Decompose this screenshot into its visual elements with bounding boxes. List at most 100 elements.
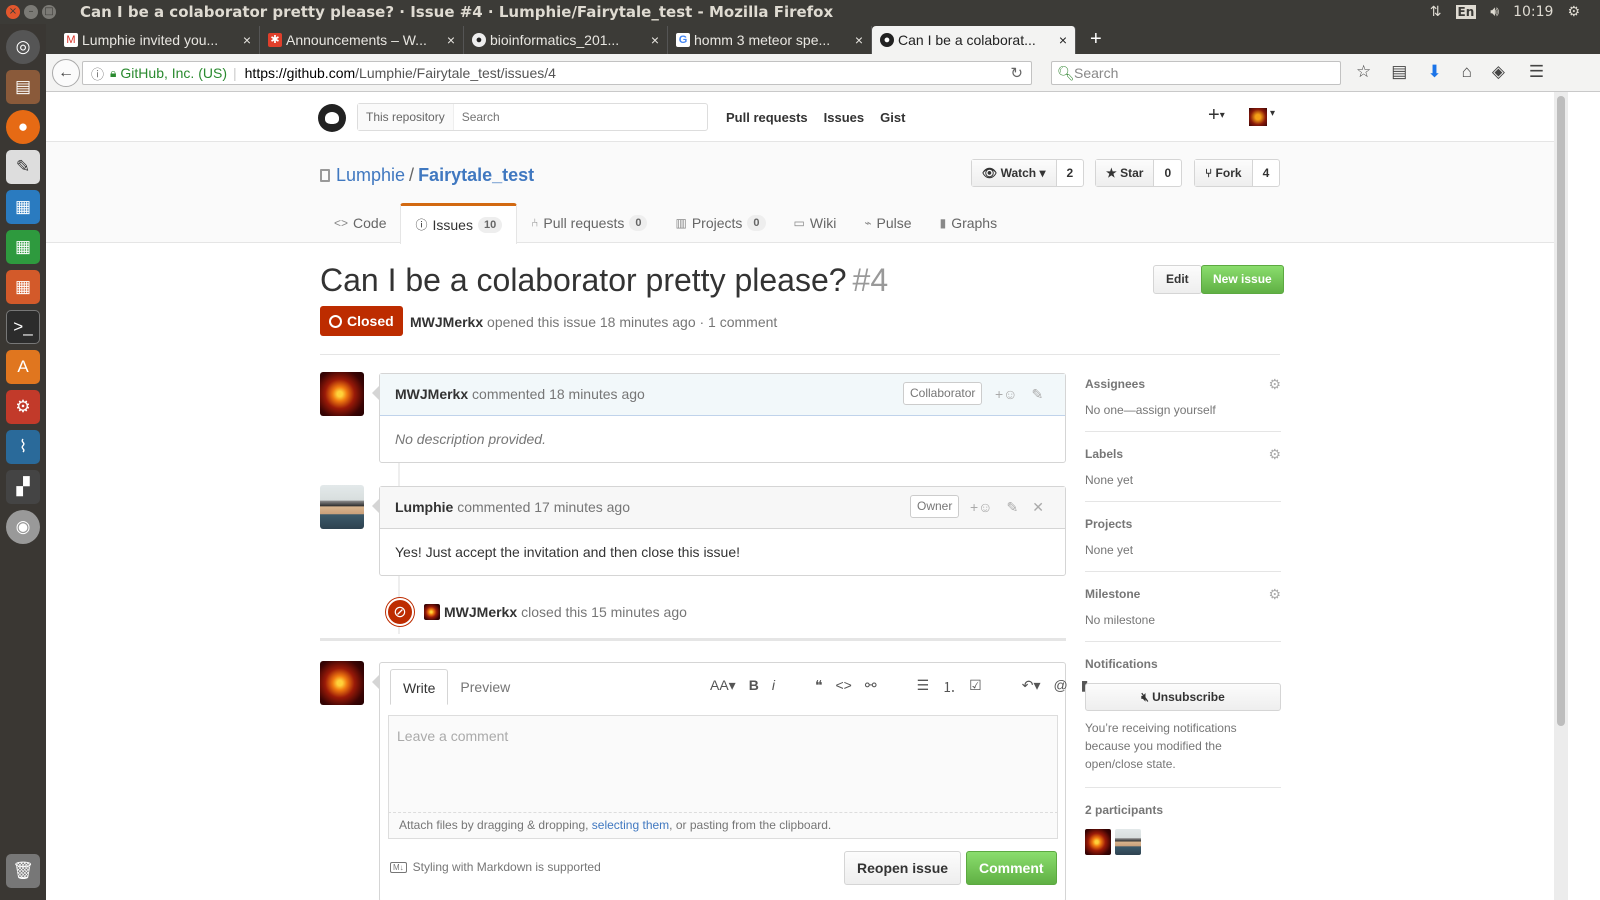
gear-icon[interactable]: ⚙ [1268, 586, 1281, 603]
star-count[interactable]: 0 [1154, 160, 1181, 186]
add-reaction-icon[interactable]: +☺ [970, 487, 992, 528]
software-center-icon[interactable]: A [6, 350, 40, 384]
tab-preview[interactable]: Preview [448, 669, 522, 705]
pencil-icon[interactable]: ✎ [1006, 487, 1018, 528]
window-minimize-button[interactable]: – [24, 5, 38, 19]
url-bar[interactable]: ⓘ 🔒︎ GitHub, Inc. (US) | https://github.… [82, 61, 1032, 85]
bulleted-list-icon[interactable]: ☰ [917, 677, 930, 697]
writer-icon[interactable]: ▦ [6, 190, 40, 224]
pocket-icon[interactable]: ◈ [1492, 62, 1505, 82]
issue-author-link[interactable]: MWJMerkx [410, 314, 483, 330]
user-avatar[interactable] [1249, 108, 1267, 126]
window-maximize-button[interactable]: □ [42, 5, 56, 19]
repo-owner-link[interactable]: Lumphie [336, 165, 405, 185]
power-gear-icon[interactable]: ⚙ [1567, 4, 1580, 20]
create-new-dropdown[interactable]: +▾ [1208, 104, 1225, 127]
bold-icon[interactable]: B [749, 677, 759, 697]
nav-gist[interactable]: Gist [880, 110, 905, 125]
browser-tab[interactable]: ✱ Announcements – W... × [260, 26, 464, 54]
reload-icon[interactable]: ↻ [1010, 64, 1023, 82]
select-files-link[interactable]: selecting them [592, 818, 669, 832]
quote-icon[interactable]: ❝ [815, 677, 823, 697]
avatar[interactable] [1085, 829, 1111, 855]
star-button[interactable]: ★ Star [1096, 160, 1155, 186]
tab-projects[interactable]: ▥ Projects 0 [661, 203, 779, 243]
workspace-switcher-icon[interactable]: ▞ [6, 470, 40, 504]
comment-author-link[interactable]: Lumphie [395, 499, 453, 515]
browser-tab[interactable]: M Lumphie invited you... × [56, 26, 260, 54]
avatar[interactable] [320, 485, 364, 529]
impress-icon[interactable]: ▦ [6, 270, 40, 304]
home-icon[interactable]: ⌂ [1462, 62, 1472, 82]
clock[interactable]: 10:19 [1513, 4, 1553, 20]
back-button[interactable]: ← [52, 58, 80, 87]
tab-code[interactable]: <> Code [320, 203, 400, 243]
mention-icon[interactable]: @ [1053, 677, 1067, 697]
firefox-icon[interactable]: ● [6, 110, 40, 144]
add-reaction-icon[interactable]: +☺ [995, 374, 1017, 415]
text-size-icon[interactable]: AA▾ [710, 677, 736, 697]
avatar[interactable] [424, 604, 440, 620]
gear-icon[interactable]: ⚙ [1268, 376, 1281, 393]
edit-button[interactable]: Edit [1153, 265, 1202, 294]
window-close-button[interactable]: × [6, 5, 20, 19]
new-tab-button[interactable]: + [1090, 28, 1102, 51]
browser-tab[interactable]: ● bioinformatics_201... × [464, 26, 668, 54]
comment-timestamp[interactable]: commented 18 minutes ago [472, 386, 645, 402]
text-editor-icon[interactable]: ✎ [6, 150, 40, 184]
pencil-icon[interactable]: ✎ [1031, 374, 1043, 415]
fork-button[interactable]: ⑂ Fork [1195, 160, 1253, 186]
tab-pull-requests[interactable]: ⑃ Pull requests 0 [517, 203, 661, 243]
browser-search-bar[interactable]: 🔍︎ Search [1051, 61, 1341, 85]
assign-yourself-link[interactable]: No one—assign yourself [1085, 403, 1281, 417]
tab-close-icon[interactable]: × [855, 32, 863, 48]
tab-graphs[interactable]: ▮ Graphs [926, 203, 1012, 243]
tab-close-icon[interactable]: × [1059, 32, 1067, 48]
repo-name-link[interactable]: Fairytale_test [418, 165, 534, 185]
unsubscribe-button[interactable]: 🔇︎ Unsubscribe [1085, 683, 1281, 711]
terminal-icon[interactable]: >_ [6, 310, 40, 344]
gear-icon[interactable]: ⚙ [1268, 446, 1281, 463]
nav-pull-requests[interactable]: Pull requests [726, 110, 808, 125]
markdown-note[interactable]: M↓ Styling with Markdown is supported [390, 860, 601, 874]
dvd-drive-icon[interactable]: ◉ [6, 510, 40, 544]
close-icon[interactable]: ✕ [1032, 487, 1044, 528]
info-icon[interactable]: ⓘ [91, 64, 104, 83]
site-identity[interactable]: GitHub, Inc. (US) [120, 65, 227, 81]
reading-list-icon[interactable]: ▤ [1391, 62, 1407, 82]
tab-wiki[interactable]: ▭ Wiki [780, 203, 851, 243]
watch-count[interactable]: 2 [1057, 160, 1084, 186]
link-icon[interactable]: ⚯ [865, 677, 877, 697]
bookmark-star-icon[interactable]: ☆ [1356, 62, 1371, 82]
network-icon[interactable]: ⇅ [1430, 4, 1442, 20]
tab-close-icon[interactable]: × [651, 32, 659, 48]
mysql-workbench-icon[interactable]: ⌇ [6, 430, 40, 464]
files-icon[interactable]: ▤ [6, 70, 40, 104]
downloads-icon[interactable]: ⬇ [1427, 62, 1441, 82]
search-engine-icon[interactable]: 🔍︎ [1057, 62, 1075, 84]
numbered-list-icon[interactable]: ⒈ [942, 677, 956, 697]
chevron-down-icon[interactable]: ▾ [1270, 108, 1275, 119]
comment-timestamp[interactable]: commented 17 minutes ago [457, 499, 630, 515]
italic-icon[interactable]: i [772, 677, 775, 697]
system-settings-icon[interactable]: ⚙ [6, 390, 40, 424]
url-text[interactable]: https://github.com/Lumphie/Fairytale_tes… [245, 65, 556, 81]
new-issue-button[interactable]: New issue [1201, 265, 1284, 294]
tab-pulse[interactable]: ⌁ Pulse [850, 203, 925, 243]
tab-close-icon[interactable]: × [243, 32, 251, 48]
task-list-icon[interactable]: ☑ [969, 677, 982, 697]
browser-tab-active[interactable]: ● Can I be a colaborat... × [872, 26, 1076, 54]
tab-close-icon[interactable]: × [447, 32, 455, 48]
hamburger-menu-icon[interactable]: ☰ [1529, 62, 1544, 82]
github-logo-icon[interactable] [318, 104, 346, 132]
tab-write[interactable]: Write [390, 669, 449, 705]
keyboard-layout-indicator[interactable]: En [1455, 5, 1477, 19]
reply-icon[interactable]: ↶▾ [1022, 677, 1041, 697]
trash-icon[interactable]: 🗑︎ [6, 854, 40, 888]
volume-icon[interactable]: 🔊︎ [1490, 4, 1499, 20]
comment-textarea[interactable]: Leave a comment [388, 715, 1058, 813]
scrollbar-thumb[interactable] [1557, 96, 1565, 726]
reopen-issue-button[interactable]: Reopen issue [844, 851, 962, 885]
tab-issues[interactable]: ⓘ Issues 10 [400, 203, 518, 244]
attach-files-bar[interactable]: Attach files by dragging & dropping, sel… [388, 813, 1058, 839]
